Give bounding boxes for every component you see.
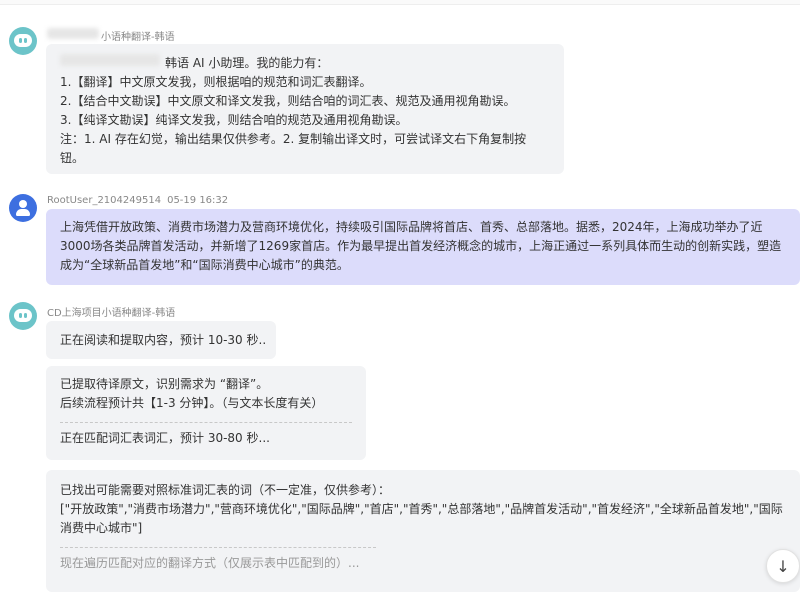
user-avatar <box>9 194 37 222</box>
user-meta: RootUser_2104249514 05-19 16:32 <box>47 195 228 206</box>
extraction-line: 已提取待译原文，识别需求为 “翻译”。 <box>60 377 269 391</box>
intro-line: 2.【结合中文勘误】中文原文和译文发我，则结合咱的词汇表、规范及通用视角勘误。 <box>60 94 516 108</box>
redacted-text <box>60 54 160 66</box>
message-sender: 小语种翻译-韩语 <box>101 32 175 43</box>
progress-text: 正在匹配词汇表词汇，预计 30-80 秒... <box>60 431 270 445</box>
user-message-text: 上海凭借开放政策、消费市场潜力及营商环境优化，持续吸引国际品牌将首店、首秀、总部… <box>60 220 782 272</box>
extraction-line: 后续流程预计共【1-3 分钟】。（与文本长度有关） <box>60 396 324 410</box>
bot-intro-bubble: 韩语 AI 小助理。我的能力有： 1.【翻译】中文原文发我，则根据咱的规范和词汇… <box>46 44 564 174</box>
terms-list: ["开放政策","消费市场潜力","营商环境优化","国际品牌","首店","首… <box>60 502 783 535</box>
user-name: RootUser_2104249514 <box>47 195 162 206</box>
dashed-divider <box>60 422 352 423</box>
terms-intro: 已找出可能需要对照标准词汇表的词（不一定准，仅供参考）： <box>60 483 391 497</box>
terms-status: 现在遍历匹配对应的翻译方式（仅展示表中匹配到的）... <box>60 556 360 570</box>
redacted-sender <box>47 28 99 39</box>
intro-line: 1.【翻译】中文原文发我，则根据咱的规范和词汇表翻译。 <box>60 75 372 89</box>
arrow-down-icon: ↓ <box>776 556 790 576</box>
scroll-down-button[interactable]: ↓ <box>766 549 800 583</box>
intro-line: 3.【纯译文勘误】纯译文发我，则结合咱的规范及通用视角勘误。 <box>60 113 408 127</box>
intro-note: 注：1. AI 存在幻觉，输出结果仅供参考。2. 复制输出译文时，可尝试译文右下… <box>60 132 527 165</box>
message-time: 05-19 16:32 <box>167 195 229 206</box>
message-sender: CD上海项目小语种翻译-韩语 <box>47 308 176 319</box>
bot-avatar <box>9 27 37 55</box>
user-message-bubble: 上海凭借开放政策、消费市场潜力及营商环境优化，持续吸引国际品牌将首店、首秀、总部… <box>46 209 800 285</box>
dashed-divider <box>60 547 376 548</box>
reading-status-text: 正在阅读和提取内容，预计 10-30 秒.. <box>60 333 267 347</box>
top-divider <box>0 0 800 5</box>
terms-bubble: 已找出可能需要对照标准词汇表的词（不一定准，仅供参考）： ["开放政策","消费… <box>46 470 800 592</box>
bot-avatar <box>9 302 37 330</box>
extraction-bubble: 已提取待译原文，识别需求为 “翻译”。 后续流程预计共【1-3 分钟】。（与文本… <box>46 366 366 460</box>
reading-status-bubble: 正在阅读和提取内容，预计 10-30 秒.. <box>46 321 276 359</box>
